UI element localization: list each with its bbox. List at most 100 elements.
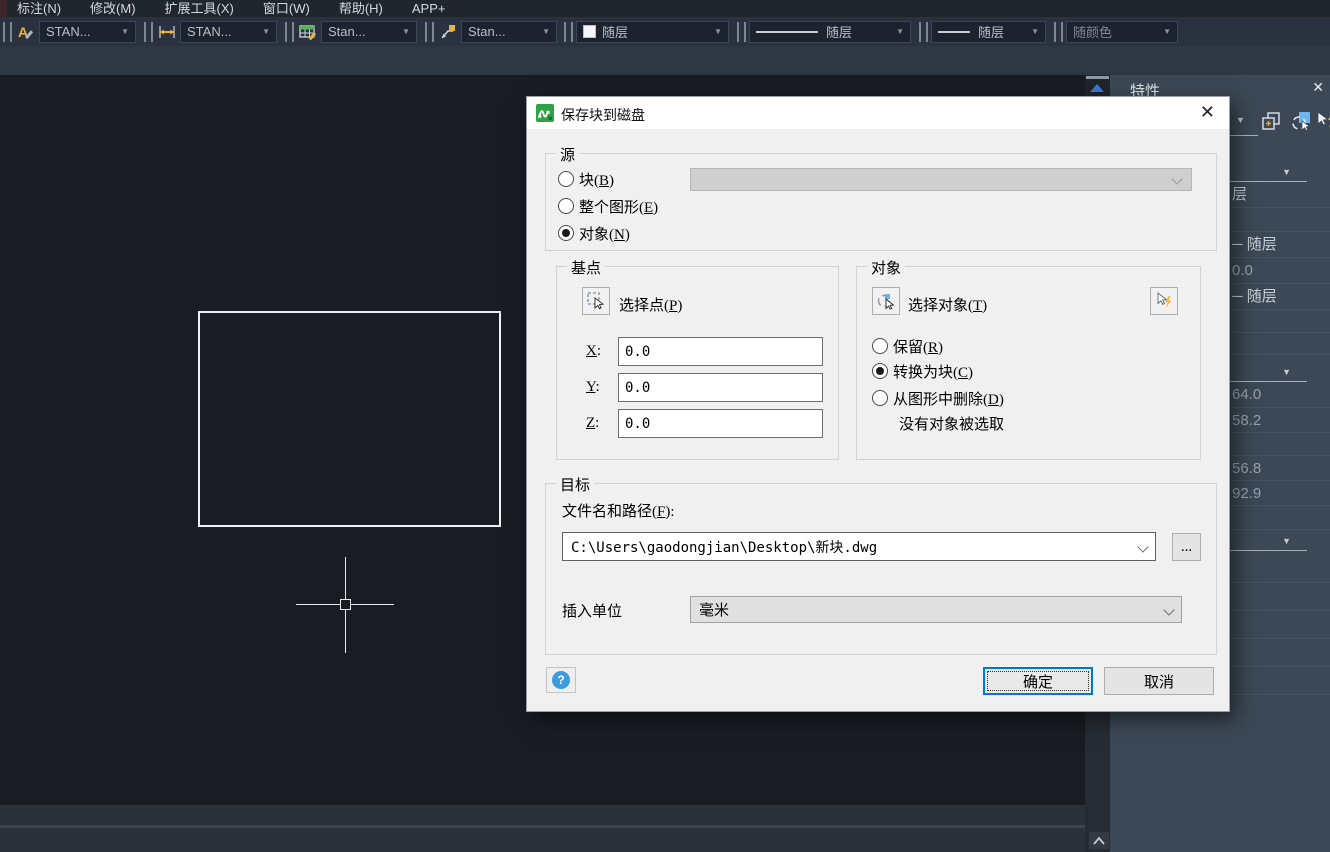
lineweight-sample xyxy=(938,31,970,33)
pickadd-toggle-button[interactable] xyxy=(1258,108,1283,134)
radio-block[interactable]: 块(B) xyxy=(558,168,614,190)
block-name-combo xyxy=(690,168,1192,191)
mleader-style-combo[interactable]: Stan...▼ xyxy=(461,21,557,43)
ok-button[interactable]: 确定 xyxy=(983,667,1093,695)
toolbar-grip[interactable] xyxy=(425,22,434,42)
radio-retain[interactable]: 保留(R) xyxy=(872,335,943,357)
scrollbar-grip-bar xyxy=(1086,76,1109,79)
toolbar-grip[interactable] xyxy=(737,22,746,42)
source-group-legend: 源 xyxy=(556,144,579,165)
radio-icon[interactable] xyxy=(872,338,888,354)
menu-item-modify[interactable]: 修改(M) xyxy=(90,0,136,17)
plotstyle-combo[interactable]: 随颜色▼ xyxy=(1066,21,1178,43)
object-type-combo-arrow[interactable]: ▼ xyxy=(1236,115,1245,125)
x-input[interactable]: 0.0 xyxy=(618,337,823,366)
linetype-sample xyxy=(756,31,818,33)
help-icon: ? xyxy=(552,671,570,689)
chevron-down-icon: ▼ xyxy=(1282,167,1291,177)
drawn-rectangle[interactable] xyxy=(198,311,501,527)
toolbar-grip[interactable] xyxy=(3,22,12,42)
command-area-divider xyxy=(0,825,1085,828)
lineweight-combo[interactable]: 随层▼ xyxy=(931,21,1046,43)
menu-item-help[interactable]: 帮助(H) xyxy=(339,0,383,17)
target-group-legend: 目标 xyxy=(556,474,594,495)
quick-select-button[interactable] xyxy=(1314,108,1330,134)
toolbar-grip[interactable] xyxy=(919,22,928,42)
select-objects-button[interactable] xyxy=(872,287,900,315)
chevron-down-icon: ▼ xyxy=(1025,27,1039,36)
menu-item-dimension[interactable]: 标注(N) xyxy=(17,0,61,17)
radio-entire-drawing[interactable]: 整个图形(E) xyxy=(558,195,658,217)
chevron-down-icon xyxy=(1137,541,1148,552)
browse-button[interactable]: ... xyxy=(1172,533,1201,561)
objects-group-legend: 对象 xyxy=(867,257,905,278)
toolbar-grip[interactable] xyxy=(1054,22,1063,42)
chevron-down-icon: ▼ xyxy=(115,27,129,36)
dialog-title: 保存块到磁盘 xyxy=(561,105,645,125)
y-input[interactable]: 0.0 xyxy=(618,373,823,402)
styles-properties-toolbar: A STAN...▼ STAN...▼ Stan...▼ Stan...▼ 随层… xyxy=(0,17,1330,47)
radio-checked-icon[interactable] xyxy=(558,225,574,241)
file-path-combo[interactable]: C:\Users\gaodongjian\Desktop\新块.dwg xyxy=(562,532,1156,561)
file-path-label: 文件名和路径(F): xyxy=(562,500,675,521)
close-icon[interactable]: ✕ xyxy=(1312,79,1324,96)
cancel-button[interactable]: 取消 xyxy=(1104,667,1214,695)
objects-group: 对象 选择对象(T) 保留(R) 转换为块(C) 从图形中删除(D) xyxy=(856,266,1201,460)
chevron-down-icon: ▼ xyxy=(1282,367,1291,377)
insert-units-label: 插入单位 xyxy=(562,600,622,621)
chevron-down-icon xyxy=(1171,173,1182,184)
y-label: Y: xyxy=(586,379,600,396)
select-objects-icon xyxy=(877,292,895,310)
dim-style-icon xyxy=(157,22,177,42)
toolbar-grip[interactable] xyxy=(564,22,573,42)
chevron-down-icon xyxy=(1163,604,1174,615)
command-area-edge xyxy=(0,805,1085,852)
radio-icon[interactable] xyxy=(558,198,574,214)
menu-item-app-plus[interactable]: APP+ xyxy=(412,0,446,17)
quick-select-button[interactable] xyxy=(1150,287,1178,315)
dialog-title-bar[interactable]: 保存块到磁盘 ✕ xyxy=(527,97,1229,129)
mleader-style-icon xyxy=(438,22,458,42)
target-group: 目标 文件名和路径(F): C:\Users\gaodongjian\Deskt… xyxy=(545,483,1217,655)
radio-convert-to-block[interactable]: 转换为块(C) xyxy=(872,360,973,382)
linetype-combo[interactable]: 随层▼ xyxy=(749,21,911,43)
pick-point-button[interactable] xyxy=(582,287,610,315)
selection-status-text: 没有对象被选取 xyxy=(899,413,1004,434)
chevron-down-icon: ▼ xyxy=(1157,27,1171,36)
help-button[interactable]: ? xyxy=(546,667,576,693)
pickadd-icon xyxy=(1260,110,1282,132)
radio-checked-icon[interactable] xyxy=(872,363,888,379)
radio-objects[interactable]: 对象(N) xyxy=(558,222,630,244)
menu-item-window[interactable]: 窗口(W) xyxy=(263,0,310,17)
menu-accent-strip xyxy=(0,0,7,17)
text-style-combo[interactable]: STAN...▼ xyxy=(39,21,136,43)
menu-item-express-tools[interactable]: 扩展工具(X) xyxy=(165,0,234,17)
docked-toolbar-band xyxy=(0,46,1330,75)
app-block-icon xyxy=(536,104,554,122)
quick-select-icon xyxy=(1315,110,1330,132)
table-style-icon xyxy=(298,22,318,42)
color-swatch xyxy=(583,25,596,38)
table-style-combo[interactable]: Stan...▼ xyxy=(321,21,417,43)
scrollbar-up-button[interactable] xyxy=(1085,75,1110,97)
panel-collapse-button[interactable] xyxy=(1089,832,1109,849)
close-icon[interactable]: ✕ xyxy=(1200,102,1215,123)
chevron-down-icon: ▼ xyxy=(536,27,550,36)
toolbar-grip[interactable] xyxy=(144,22,153,42)
radio-delete-from-drawing[interactable]: 从图形中删除(D) xyxy=(872,387,1004,409)
z-label: Z: xyxy=(586,415,599,432)
base-point-group: 基点 选择点(P) X: 0.0 Y: 0.0 Z: 0.0 xyxy=(556,266,839,460)
dim-style-combo[interactable]: STAN...▼ xyxy=(180,21,277,43)
source-group: 源 块(B) 整个图形(E) 对象(N) xyxy=(545,153,1217,251)
quick-select-icon xyxy=(1155,292,1173,310)
select-objects-button[interactable] xyxy=(1288,108,1313,134)
radio-icon[interactable] xyxy=(558,171,574,187)
z-input[interactable]: 0.0 xyxy=(618,409,823,438)
text-style-icon: A xyxy=(16,22,36,42)
insert-units-combo[interactable]: 毫米 xyxy=(690,596,1182,623)
toolbar-grip[interactable] xyxy=(285,22,294,42)
menu-bar: 标注(N) 修改(M) 扩展工具(X) 窗口(W) 帮助(H) APP+ xyxy=(0,0,1330,17)
color-combo[interactable]: 随层▼ xyxy=(576,21,729,43)
radio-icon[interactable] xyxy=(872,390,888,406)
select-objects-label: 选择对象(T) xyxy=(908,294,987,315)
